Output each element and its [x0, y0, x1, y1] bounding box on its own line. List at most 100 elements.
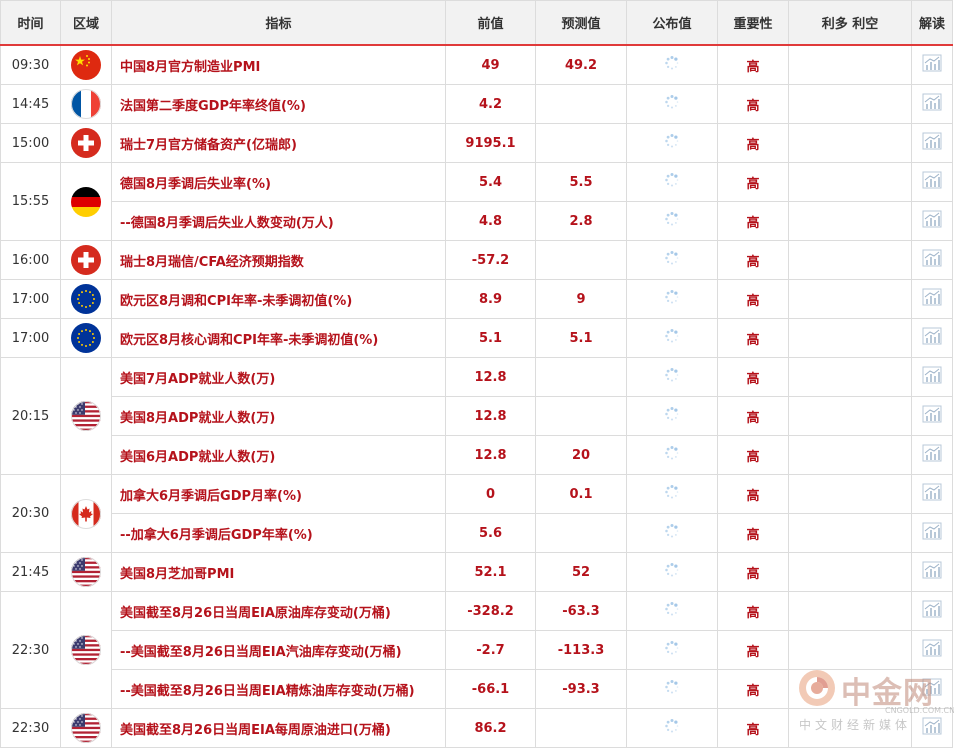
eu-flag-icon: [71, 323, 101, 353]
table-row: 16:00 瑞士8月瑞信/CFA经济预期指数 -57.2 高: [0, 240, 953, 280]
chart-analysis-icon[interactable]: [922, 366, 942, 388]
indicator-name[interactable]: 瑞士8月瑞信/CFA经济预期指数: [111, 240, 446, 280]
indicator-name[interactable]: 美国8月ADP就业人数(万): [111, 396, 446, 436]
analysis-cell[interactable]: [911, 552, 953, 592]
chart-analysis-icon[interactable]: [922, 327, 942, 349]
chart-analysis-icon[interactable]: [922, 444, 942, 466]
chart-analysis-icon[interactable]: [922, 171, 942, 193]
impact-cell: [788, 396, 912, 436]
header-previous: 前值: [445, 0, 536, 46]
analysis-cell[interactable]: [911, 591, 953, 631]
chart-analysis-icon[interactable]: [922, 249, 942, 271]
loading-spinner-icon: [664, 640, 680, 660]
germany-flag-icon: [71, 186, 101, 217]
chart-analysis-icon[interactable]: [922, 522, 942, 544]
indicator-name[interactable]: 欧元区8月核心调和CPI年率-未季调初值(%): [111, 318, 446, 358]
forecast-value: [535, 240, 627, 280]
analysis-cell[interactable]: [911, 201, 953, 241]
analysis-cell[interactable]: [911, 123, 953, 163]
indicator-name[interactable]: 法国第二季度GDP年率终值(%): [111, 84, 446, 124]
impact-cell: [788, 318, 912, 358]
table-row: 21:45 美国8月芝加哥PMI 52.1 52 高: [0, 552, 953, 592]
table-row: 美国6月ADP就业人数(万) 12.8 20 高: [1, 435, 953, 475]
forecast-value: 2.8: [535, 201, 627, 241]
impact-cell: [788, 630, 912, 670]
impact-cell: [788, 357, 912, 397]
header-region: 区域: [60, 0, 112, 46]
forecast-value: 52: [535, 552, 627, 592]
analysis-cell[interactable]: [911, 84, 953, 124]
loading-spinner-icon: [664, 445, 680, 465]
actual-value: [626, 552, 718, 592]
analysis-cell[interactable]: [911, 318, 953, 358]
loading-spinner-icon: [664, 679, 680, 699]
indicator-name[interactable]: 中国8月官方制造业PMI: [111, 44, 446, 85]
importance-level: 高: [717, 44, 789, 85]
chart-analysis-icon[interactable]: [922, 678, 942, 700]
chart-analysis-icon[interactable]: [922, 93, 942, 115]
analysis-cell[interactable]: [911, 162, 953, 202]
chart-analysis-icon[interactable]: [922, 717, 942, 739]
chart-analysis-icon[interactable]: [922, 132, 942, 154]
indicator-name[interactable]: 德国8月季调后失业率(%): [111, 162, 446, 202]
indicator-name[interactable]: 欧元区8月调和CPI年率-未季调初值(%): [111, 279, 446, 319]
analysis-cell[interactable]: [911, 44, 953, 85]
indicator-name[interactable]: --德国8月季调后失业人数变动(万人): [111, 201, 446, 241]
event-region: [60, 162, 112, 241]
indicator-name[interactable]: --美国截至8月26日当周EIA精炼油库存变动(万桶): [111, 669, 446, 709]
table-row: 09:30 中国8月官方制造业PMI 49 49.2 高: [0, 44, 953, 85]
previous-value: 12.8: [445, 396, 536, 436]
loading-spinner-icon: [664, 289, 680, 309]
analysis-cell[interactable]: [911, 279, 953, 319]
indicator-name[interactable]: --加拿大6月季调后GDP年率(%): [111, 513, 446, 553]
chart-analysis-icon[interactable]: [922, 54, 942, 76]
header-forecast: 预测值: [535, 0, 627, 46]
analysis-cell[interactable]: [911, 435, 953, 475]
previous-value: -328.2: [445, 591, 536, 631]
indicator-name[interactable]: 美国8月芝加哥PMI: [111, 552, 446, 592]
indicator-name[interactable]: 美国6月ADP就业人数(万): [111, 435, 446, 475]
event-time: 14:45: [0, 84, 61, 124]
analysis-cell[interactable]: [911, 240, 953, 280]
analysis-cell[interactable]: [911, 396, 953, 436]
chart-analysis-icon[interactable]: [922, 600, 942, 622]
table-row: 22:30 美国截至8月26日当周EIA原油库存变动(万桶) -328.2 -63.3…: [0, 591, 953, 709]
table-row: 14:45 法国第二季度GDP年率终值(%) 4.2 高: [0, 84, 953, 124]
previous-value: 4.2: [445, 84, 536, 124]
table-row: 20:15 美国7月ADP就业人数(万) 12.8 高: [0, 357, 953, 475]
chart-analysis-icon[interactable]: [922, 639, 942, 661]
impact-cell: [788, 669, 912, 709]
table-row: 17:00 欧元区8月调和CPI年率-未季调初值(%) 8.9 9 高: [0, 279, 953, 319]
indicator-name[interactable]: 美国7月ADP就业人数(万): [111, 357, 446, 397]
analysis-cell[interactable]: [911, 474, 953, 514]
analysis-cell[interactable]: [911, 708, 953, 748]
indicator-name[interactable]: 瑞士7月官方储备资产(亿瑞郎): [111, 123, 446, 163]
chart-analysis-icon[interactable]: [922, 405, 942, 427]
chart-analysis-icon[interactable]: [922, 288, 942, 310]
chart-analysis-icon[interactable]: [922, 561, 942, 583]
chart-analysis-icon[interactable]: [922, 483, 942, 505]
previous-value: 8.9: [445, 279, 536, 319]
indicator-name[interactable]: 美国截至8月26日当周EIA原油库存变动(万桶): [111, 591, 446, 631]
actual-value: [626, 396, 718, 436]
forecast-value: 9: [535, 279, 627, 319]
usa-flag-icon: [71, 713, 101, 743]
forecast-value: [535, 357, 627, 397]
indicator-name[interactable]: 加拿大6月季调后GDP月率(%): [111, 474, 446, 514]
actual-value: [626, 435, 718, 475]
analysis-cell[interactable]: [911, 669, 953, 709]
analysis-cell[interactable]: [911, 513, 953, 553]
impact-cell: [788, 44, 912, 85]
event-time: 20:15: [0, 357, 61, 475]
chart-analysis-icon[interactable]: [922, 210, 942, 232]
previous-value: 0: [445, 474, 536, 514]
indicator-name[interactable]: --美国截至8月26日当周EIA汽油库存变动(万桶): [111, 630, 446, 670]
loading-spinner-icon: [664, 523, 680, 543]
indicator-name[interactable]: 美国截至8月26日当周EIA每周原油进口(万桶): [111, 708, 446, 748]
importance-level: 高: [717, 123, 789, 163]
impact-cell: [788, 708, 912, 748]
forecast-value: -63.3: [535, 591, 627, 631]
table-row: --德国8月季调后失业人数变动(万人) 4.8 2.8 高: [1, 201, 953, 241]
analysis-cell[interactable]: [911, 630, 953, 670]
analysis-cell[interactable]: [911, 357, 953, 397]
